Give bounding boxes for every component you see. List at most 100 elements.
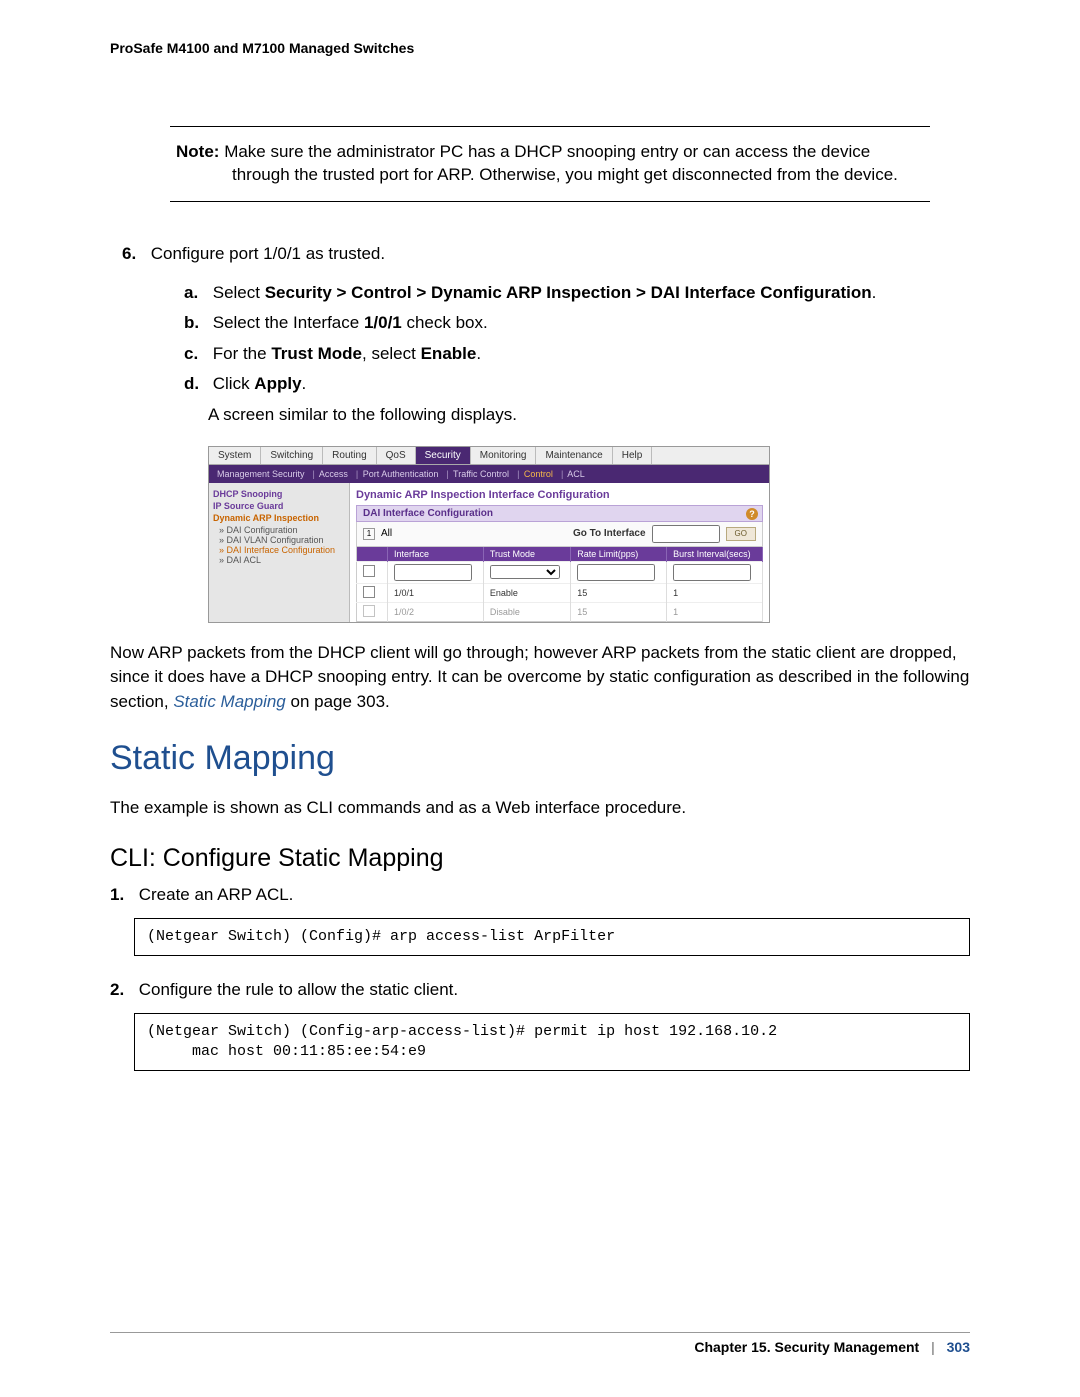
tab-routing[interactable]: Routing	[323, 447, 376, 464]
row-input-checkbox[interactable]	[363, 565, 375, 577]
sidebar-dai-vlan-config[interactable]: » DAI VLAN Configuration	[219, 535, 345, 545]
cli-step-2-text: Configure the rule to allow the static c…	[139, 980, 458, 999]
page: ProSafe M4100 and M7100 Managed Switches…	[0, 0, 1080, 1397]
filter-page-1[interactable]: 1	[363, 528, 375, 540]
sidebar-dai-iface-config[interactable]: » DAI Interface Configuration	[219, 545, 345, 555]
step-6b-t1: Select the Interface	[213, 313, 364, 332]
tab-monitoring[interactable]: Monitoring	[471, 447, 537, 464]
row-2-interface: 1/0/2	[388, 602, 484, 621]
subtab-mgmt-security[interactable]: Management Security	[217, 469, 305, 479]
sidebar-dai-acl[interactable]: » DAI ACL	[219, 555, 345, 565]
panel-title: Dynamic ARP Inspection Interface Configu…	[356, 489, 763, 501]
row-2-rate: 15	[571, 602, 667, 621]
subtab-control[interactable]: Control	[524, 469, 553, 479]
step-6c-b1: Trust Mode	[271, 344, 362, 363]
row-1-interface: 1/0/1	[388, 583, 484, 602]
sidebar-dynamic-arp[interactable]: Dynamic ARP Inspection	[213, 513, 345, 523]
footer-separator: |	[931, 1339, 935, 1355]
sidebar-dai-config[interactable]: » DAI Configuration	[219, 525, 345, 535]
step-6c: c. For the Trust Mode, select Enable.	[208, 342, 970, 367]
row-2-burst: 1	[667, 602, 763, 621]
filter-bar: 1 All Go To Interface GO	[356, 522, 763, 547]
ui-screenshot: System Switching Routing QoS Security Mo…	[208, 446, 770, 623]
tab-security[interactable]: Security	[416, 447, 471, 464]
tab-switching[interactable]: Switching	[261, 447, 323, 464]
step-6d-b1: Apply	[254, 374, 301, 393]
step-6b-t2: check box.	[402, 313, 488, 332]
row-1-burst: 1	[667, 583, 763, 602]
col-rate-limit: Rate Limit(pps)	[571, 547, 667, 562]
table-input-row	[357, 561, 763, 583]
step-6c-lett: c.	[184, 342, 208, 367]
step-6d-t2: .	[302, 374, 307, 393]
tab-help[interactable]: Help	[613, 447, 653, 464]
running-header: ProSafe M4100 and M7100 Managed Switches	[110, 40, 970, 56]
step-6b: b. Select the Interface 1/0/1 check box.	[208, 311, 970, 336]
subtab-access[interactable]: Access	[319, 469, 348, 479]
sidebar-ip-source-guard[interactable]: IP Source Guard	[213, 501, 345, 511]
table-row: 1/0/1 Enable 15 1	[357, 583, 763, 602]
code-block-2: (Netgear Switch) (Config-arp-access-list…	[134, 1013, 970, 1072]
step-6-text: Configure port 1/0/1 as trusted.	[151, 244, 385, 263]
step-6a: a. Select Security > Control > Dynamic A…	[208, 281, 970, 306]
step-6b-lett: b.	[184, 311, 208, 336]
step-6a-lett: a.	[184, 281, 208, 306]
step-6d: d. Click Apply.	[208, 372, 970, 397]
input-rate-limit[interactable]	[577, 564, 655, 581]
table-row: 1/0/2 Disable 15 1	[357, 602, 763, 621]
ui-tabs: System Switching Routing QoS Security Mo…	[209, 447, 769, 465]
tab-system[interactable]: System	[209, 447, 261, 464]
filter-all[interactable]: All	[381, 528, 392, 539]
cli-step-1-num: 1.	[110, 883, 134, 908]
cli-step-2: 2. Configure the rule to allow the stati…	[134, 978, 970, 1003]
goto-label: Go To Interface	[573, 528, 646, 539]
col-burst-interval: Burst Interval(secs)	[667, 547, 763, 562]
input-interface[interactable]	[394, 564, 472, 581]
cli-step-2-num: 2.	[110, 978, 134, 1003]
help-icon[interactable]: ?	[746, 508, 758, 520]
note-label: Note:	[176, 142, 219, 161]
footer-chapter: Chapter 15. Security Management	[694, 1339, 919, 1355]
heading-cli-configure: CLI: Configure Static Mapping	[110, 844, 970, 873]
step-6b-b1: 1/0/1	[364, 313, 402, 332]
subtab-acl[interactable]: ACL	[567, 469, 585, 479]
section-header-text: DAI Interface Configuration	[363, 508, 493, 519]
subtab-traffic-control[interactable]: Traffic Control	[453, 469, 509, 479]
col-trust-mode: Trust Mode	[483, 547, 570, 562]
go-button[interactable]: GO	[726, 527, 756, 541]
step-6-after: A screen similar to the following displa…	[110, 403, 970, 428]
code-block-1: (Netgear Switch) (Config)# arp access-li…	[134, 918, 970, 956]
h1-after-para: The example is shown as CLI commands and…	[110, 796, 970, 821]
goto-interface-input[interactable]	[652, 525, 720, 543]
para-after-ui-link[interactable]: Static Mapping	[173, 692, 285, 711]
footer-page-number: 303	[947, 1339, 970, 1355]
row-1-checkbox[interactable]	[363, 586, 375, 598]
step-6: 6. Configure port 1/0/1 as trusted.	[146, 242, 970, 267]
note-text: Make sure the administrator PC has a DHC…	[224, 142, 898, 184]
tab-maintenance[interactable]: Maintenance	[536, 447, 612, 464]
ui-main-panel: Dynamic ARP Inspection Interface Configu…	[350, 483, 769, 622]
row-1-trust: Enable	[483, 583, 570, 602]
step-6c-t1: For the	[213, 344, 272, 363]
step-6a-bold: Security > Control > Dynamic ARP Inspect…	[265, 283, 872, 302]
para-after-ui-t2: on page 303.	[286, 692, 390, 711]
section-header: DAI Interface Configuration ?	[356, 505, 763, 522]
col-checkbox	[357, 547, 388, 562]
sidebar-dhcp-snooping[interactable]: DHCP Snooping	[213, 489, 345, 499]
step-6a-suffix: .	[872, 283, 877, 302]
tab-qos[interactable]: QoS	[377, 447, 416, 464]
row-2-checkbox[interactable]	[363, 605, 375, 617]
input-trust-mode[interactable]	[490, 565, 560, 579]
input-burst-interval[interactable]	[673, 564, 751, 581]
para-after-ui: Now ARP packets from the DHCP client wil…	[110, 641, 970, 715]
step-6c-t3: .	[476, 344, 481, 363]
step-6-num: 6.	[122, 242, 146, 267]
step-6c-t2: , select	[362, 344, 421, 363]
col-interface: Interface	[388, 547, 484, 562]
step-6a-prefix: Select	[213, 283, 265, 302]
ui-subtabs: Management Security| Access| Port Authen…	[209, 465, 769, 483]
row-2-trust: Disable	[483, 602, 570, 621]
dai-table: Interface Trust Mode Rate Limit(pps) Bur…	[356, 547, 763, 622]
subtab-port-auth[interactable]: Port Authentication	[363, 469, 439, 479]
step-6d-t1: Click	[213, 374, 255, 393]
